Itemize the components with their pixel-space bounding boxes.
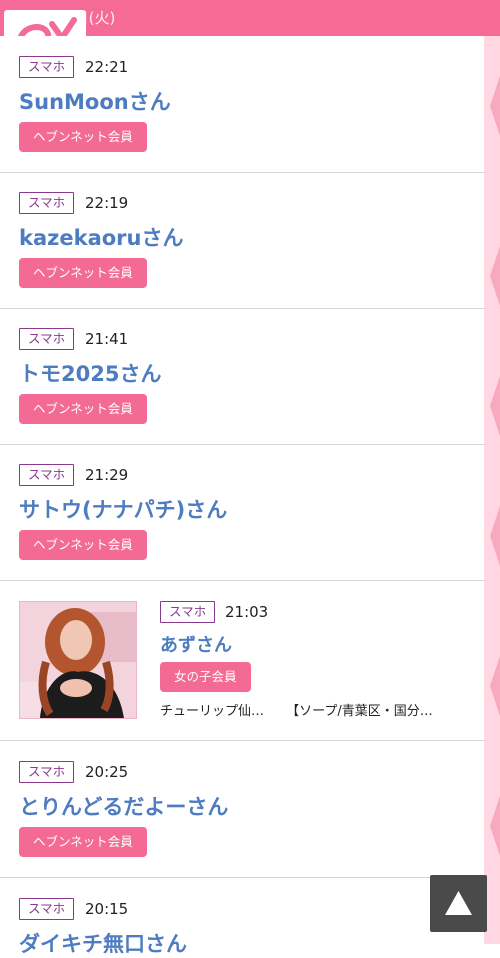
device-badge: スマホ xyxy=(19,192,75,214)
visit-time: 20:25 xyxy=(85,763,129,781)
visitor-name-link[interactable]: SunMoonさん xyxy=(19,86,171,116)
list-item[interactable]: スマホ 20:15 ダイキチ無口さん xyxy=(0,878,484,958)
side-decoration-stripe xyxy=(484,36,500,944)
device-badge: スマホ xyxy=(19,464,75,486)
member-type-button[interactable]: ヘブンネット会員 xyxy=(19,530,147,560)
visit-time: 22:19 xyxy=(85,194,129,212)
triangle-up-icon xyxy=(445,891,472,915)
visit-time: 21:41 xyxy=(85,330,129,348)
member-type-button[interactable]: 女の子会員 xyxy=(160,662,251,692)
device-badge: スマホ xyxy=(19,56,75,78)
member-type-button[interactable]: ヘブンネット会員 xyxy=(19,258,147,288)
member-type-button[interactable]: ヘブンネット会員 xyxy=(19,122,147,152)
list-item[interactable]: スマホ 22:21 SunMoonさん ヘブンネット会員 xyxy=(0,36,484,173)
shop-name[interactable]: チューリップ仙… xyxy=(160,704,264,719)
list-item[interactable]: スマホ 21:29 サトウ(ナナパチ)さん ヘブンネット会員 xyxy=(0,445,484,581)
profile-photo-image xyxy=(20,602,136,718)
visitor-name-link[interactable]: kazekaoruさん xyxy=(19,222,183,252)
member-type-button[interactable]: ヘブンネット会員 xyxy=(19,827,147,857)
ribbon-pattern-icon xyxy=(490,76,500,856)
visitor-name-link[interactable]: とりんどるだよーさん xyxy=(19,791,228,821)
visit-time: 22:21 xyxy=(85,58,129,76)
scroll-to-top-button[interactable] xyxy=(430,875,487,932)
visitor-name-link[interactable]: トモ2025さん xyxy=(19,358,161,388)
device-badge: スマホ xyxy=(19,761,75,783)
list-item[interactable]: スマホ 21:03 あずさん 女の子会員 チューリップ仙… 【ソープ/青葉区・国… xyxy=(0,581,484,741)
visitor-feed: スマホ 22:21 SunMoonさん ヘブンネット会員 スマホ 22:19 k… xyxy=(0,36,484,958)
member-type-button[interactable]: ヘブンネット会員 xyxy=(19,394,147,424)
visitor-name-link[interactable]: あずさん xyxy=(160,631,232,657)
list-item[interactable]: スマホ 22:19 kazekaoruさん ヘブンネット会員 xyxy=(0,173,484,309)
list-item[interactable]: スマホ 20:25 とりんどるだよーさん ヘブンネット会員 xyxy=(0,741,484,878)
visit-time: 21:29 xyxy=(85,466,129,484)
shop-info[interactable]: チューリップ仙… 【ソープ/青葉区・国分… xyxy=(160,700,433,719)
device-badge: スマホ xyxy=(19,898,75,920)
visit-time: 21:03 xyxy=(225,603,269,621)
device-badge: スマホ xyxy=(160,601,216,623)
visitor-name-link[interactable]: ダイキチ無口さん xyxy=(19,928,187,958)
shop-area[interactable]: 【ソープ/青葉区・国分… xyxy=(286,704,433,719)
profile-photo[interactable] xyxy=(19,601,137,719)
visit-time: 20:15 xyxy=(85,900,129,918)
visitor-name-link[interactable]: サトウ(ナナパチ)さん xyxy=(19,494,227,524)
device-badge: スマホ xyxy=(19,328,75,350)
list-item[interactable]: スマホ 21:41 トモ2025さん ヘブンネット会員 xyxy=(0,309,484,445)
